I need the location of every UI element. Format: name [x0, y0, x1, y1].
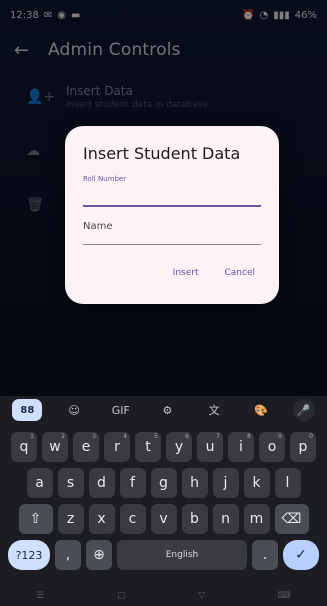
dialog-actions: Insert Cancel — [173, 268, 255, 278]
key-l[interactable]: l — [274, 468, 301, 498]
key-w[interactable]: 2w — [42, 432, 68, 462]
recents-icon[interactable]: ☰ — [36, 591, 44, 601]
name-placeholder: Name — [83, 221, 113, 232]
back-icon[interactable]: ▽ — [198, 591, 205, 601]
translate-icon[interactable]: 文 — [199, 399, 229, 421]
key-r[interactable]: 4r — [104, 432, 130, 462]
space-bar[interactable]: English — [117, 540, 247, 570]
roll-number-underline — [83, 205, 261, 207]
key-a[interactable]: a — [26, 468, 53, 498]
key-y[interactable]: 6y — [166, 432, 192, 462]
key-z[interactable]: z — [57, 504, 84, 534]
key-t[interactable]: 5t — [135, 432, 161, 462]
insert-button[interactable]: Insert — [173, 268, 199, 278]
key-o[interactable]: 9o — [259, 432, 285, 462]
palette-icon[interactable]: 🎨 — [246, 399, 276, 421]
name-field[interactable]: Name — [83, 217, 261, 245]
cancel-button[interactable]: Cancel — [225, 268, 256, 278]
key-j[interactable]: j — [212, 468, 239, 498]
key-h[interactable]: h — [181, 468, 208, 498]
key-p[interactable]: 0p — [290, 432, 316, 462]
apps-icon[interactable]: 88 — [12, 399, 43, 421]
key-x[interactable]: x — [88, 504, 115, 534]
key-k[interactable]: k — [243, 468, 270, 498]
key-d[interactable]: d — [88, 468, 115, 498]
key-q[interactable]: 1q — [11, 432, 37, 462]
period-key[interactable]: . — [252, 540, 278, 570]
key-m[interactable]: m — [243, 504, 270, 534]
keyboard-switch-icon[interactable]: ⌨ — [278, 591, 291, 601]
soft-keyboard: 88 ☺ GIF ⚙ 文 🎨 🎤 1q 2w 3e 4r 5t 6y 7u 8i… — [0, 396, 327, 606]
gif-icon[interactable]: GIF — [106, 399, 136, 421]
keyboard-row-1: 1q 2w 3e 4r 5t 6y 7u 8i 9o 0p — [3, 432, 324, 462]
settings-icon[interactable]: ⚙ — [152, 399, 182, 421]
key-e[interactable]: 3e — [73, 432, 99, 462]
system-nav-bar: ☰ ▢ ▽ ⌨ — [0, 586, 327, 606]
home-icon[interactable]: ▢ — [117, 591, 126, 601]
globe-icon[interactable]: ⊕ — [86, 540, 112, 570]
name-underline — [83, 244, 261, 245]
numbers-symbols-key[interactable]: ?123 — [8, 540, 50, 570]
key-s[interactable]: s — [57, 468, 84, 498]
shift-key-icon[interactable]: ⇧ — [18, 504, 53, 534]
key-i[interactable]: 8i — [228, 432, 254, 462]
key-n[interactable]: n — [212, 504, 239, 534]
keyboard-row-3: ⇧ z x c v b n m ⌫ — [3, 504, 324, 534]
insert-student-dialog: Insert Student Data Roll Number Name Ins… — [65, 126, 279, 304]
key-g[interactable]: g — [150, 468, 177, 498]
key-b[interactable]: b — [181, 504, 208, 534]
key-v[interactable]: v — [150, 504, 177, 534]
key-u[interactable]: 7u — [197, 432, 223, 462]
comma-key[interactable]: , — [55, 540, 81, 570]
backspace-key-icon[interactable]: ⌫ — [274, 504, 309, 534]
roll-number-label: Roll Number — [83, 175, 127, 183]
keyboard-row-2: a s d f g h j k l — [3, 468, 324, 498]
roll-number-field[interactable]: Roll Number — [83, 175, 261, 207]
dialog-title: Insert Student Data — [83, 144, 241, 163]
keyboard-toolbar: 88 ☺ GIF ⚙ 文 🎨 🎤 — [0, 396, 327, 424]
key-f[interactable]: f — [119, 468, 146, 498]
microphone-icon[interactable]: 🎤 — [292, 399, 315, 421]
sticker-icon[interactable]: ☺ — [59, 399, 89, 421]
keyboard-row-4: ?123 , ⊕ English . ✓ — [3, 540, 324, 570]
key-c[interactable]: c — [119, 504, 146, 534]
enter-check-icon[interactable]: ✓ — [283, 540, 319, 570]
